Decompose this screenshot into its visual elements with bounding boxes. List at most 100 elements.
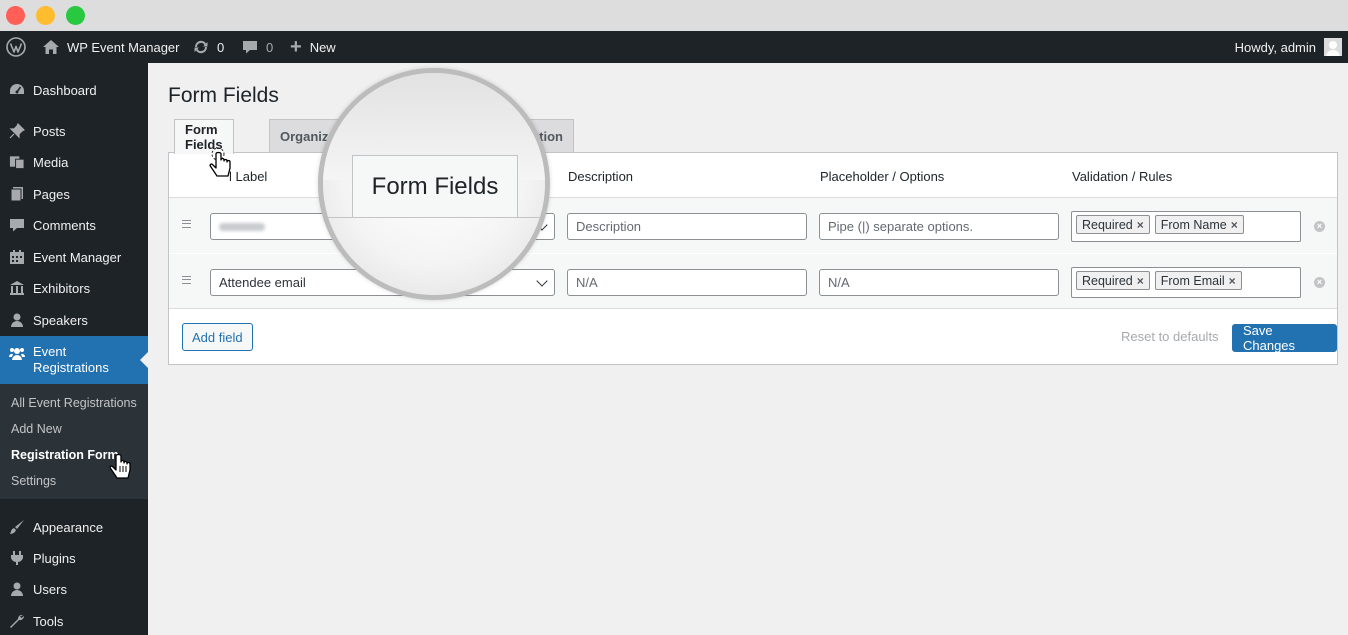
sidebar-item-pages[interactable]: Pages [0,178,148,210]
new-content-link[interactable]: + New [290,31,336,63]
wrench-icon [9,613,25,629]
updates-count: 0 [217,39,225,55]
updates-link[interactable]: 0 [192,31,224,63]
rule-tag: From Name × [1154,215,1244,234]
sidebar-item-label: Event Registrations [33,344,109,375]
add-field-button[interactable]: Add field [182,323,253,351]
admin-bar: WP Event Manager 0 0 + New Howdy, admin [0,31,1348,63]
sidebar-item-appearance[interactable]: Appearance [0,511,148,543]
admin-sidebar: Dashboard Posts Media Pages Comments Eve… [0,63,148,635]
column-header-validation: Validation / Rules [1072,169,1173,184]
save-changes-button[interactable]: Save Changes [1232,323,1337,353]
sidebar-item-plugins[interactable]: Plugins [0,542,148,574]
current-menu-arrow [140,352,148,368]
description-input[interactable]: N/A [567,269,807,296]
wordpress-logo-button[interactable] [6,31,26,63]
field-label-value: Attendee email [219,275,306,290]
hand-cursor-icon [109,453,131,479]
sidebar-item-label: Exhibitors [33,280,91,296]
sidebar-item-posts[interactable]: Posts [0,115,148,147]
rule-tag: From Email × [1154,271,1242,290]
sidebar-item-exhibitors[interactable]: Exhibitors [0,272,148,304]
sidebar-item-label: Tools [33,613,64,629]
sidebar-item-label: Event Manager [33,249,122,265]
site-name-label: WP Event Manager [67,39,180,55]
users-icon [9,581,25,597]
remove-tag-icon[interactable]: × [1229,274,1236,288]
submenu-item-all-event-registrations[interactable]: All Event Registrations [11,390,137,416]
home-icon [42,39,60,55]
blurred-label [219,222,265,231]
sidebar-item-comments[interactable]: Comments [0,209,148,241]
sidebar-item-event-registrations[interactable]: Event Registrations [0,336,148,384]
magnifier-callout: Form Fields [318,68,550,300]
rule-tag-label: Required [1082,273,1133,288]
submenu-item-registration-form[interactable]: Registration Form [11,442,119,468]
howdy-label: Howdy, admin [1234,39,1316,55]
drag-handle-icon[interactable] [182,220,191,228]
hand-cursor-icon [209,147,231,177]
reset-defaults-link[interactable]: Reset to defaults [1121,329,1219,344]
placeholder-input[interactable]: N/A [819,269,1059,296]
remove-row-icon[interactable]: × [1314,277,1325,288]
chevron-down-icon [536,275,548,287]
updates-icon [192,39,210,55]
sidebar-item-tools[interactable]: Tools [0,605,148,635]
rule-tag-label: From Email [1160,273,1225,288]
calendar-icon [9,249,25,265]
table-row: Attendee email ail N/A N/A Required × Fr… [169,253,1337,309]
my-account-link[interactable]: Howdy, admin [1235,31,1342,63]
user-icon [9,312,25,328]
remove-tag-icon[interactable]: × [1231,218,1238,232]
sidebar-item-label: Users [33,581,67,597]
zoom-window-button[interactable] [66,6,85,25]
rule-tag-label: From Name [1160,217,1227,232]
pages-icon [9,186,25,202]
sidebar-item-label: Media [33,154,69,170]
sidebar-item-label: Comments [33,217,96,233]
rules-multiselect[interactable]: Required × From Name × [1071,211,1301,242]
page-title: Form Fields [168,84,279,107]
remove-row-icon[interactable]: × [1314,221,1325,232]
sidebar-item-users[interactable]: Users [0,573,148,605]
comment-icon [9,217,25,233]
sidebar-item-media[interactable]: Media [0,146,148,178]
brush-icon [9,519,25,535]
sidebar-item-label: Appearance [33,519,104,535]
remove-tag-icon[interactable]: × [1137,218,1144,232]
close-window-button[interactable] [6,6,25,25]
sidebar-item-dashboard[interactable]: Dashboard [0,74,148,106]
column-header-placeholder: Placeholder / Options [820,169,945,184]
remove-tag-icon[interactable]: × [1137,274,1144,288]
minimize-window-button[interactable] [36,6,55,25]
pin-icon [9,123,25,139]
wordpress-logo-icon [6,37,26,57]
sidebar-item-speakers[interactable]: Speakers [0,304,148,336]
submenu-item-settings[interactable]: Settings [11,468,56,494]
sidebar-item-label: Posts [33,123,66,139]
rule-tag: Required × [1076,271,1150,290]
sidebar-item-label: Speakers [33,312,88,328]
magnified-tab-form-fields: Form Fields [352,155,518,218]
plugin-icon [9,550,25,566]
bank-icon [9,280,25,296]
sidebar-item-event-manager[interactable]: Event Manager [0,241,148,273]
sidebar-item-label: Dashboard [33,82,97,98]
comments-link[interactable]: 0 [242,31,273,63]
sidebar-item-label: Pages [33,186,70,202]
groups-icon [9,345,25,361]
sidebar-item-label: Plugins [33,550,76,566]
drag-handle-icon[interactable] [182,276,191,284]
avatar [1324,38,1342,56]
description-input[interactable]: Description [567,213,807,240]
dashboard-icon [9,82,25,98]
rules-multiselect[interactable]: Required × From Email × [1071,267,1301,298]
site-name-link[interactable]: WP Event Manager [42,31,179,63]
column-header-description: Description [568,169,634,184]
submenu-item-add-new[interactable]: Add New [11,416,62,442]
rule-tag-label: Required [1082,217,1133,232]
comments-count: 0 [266,39,274,55]
rule-tag: Required × [1076,215,1150,234]
new-label: New [309,39,336,55]
placeholder-input[interactable]: Pipe (|) separate options. [819,213,1059,240]
